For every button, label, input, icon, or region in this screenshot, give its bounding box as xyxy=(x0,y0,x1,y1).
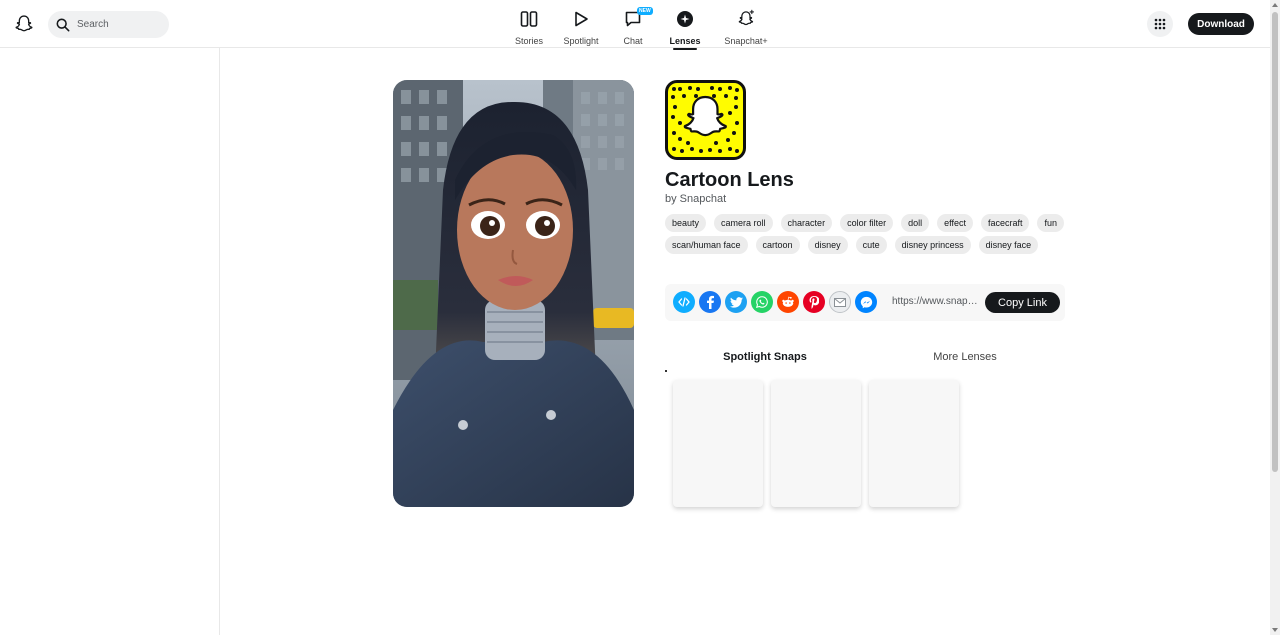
scrollbar-thumb[interactable] xyxy=(1272,12,1278,472)
nav-spotlight[interactable]: Spotlight xyxy=(555,6,607,46)
nav-snapchat-plus-label: Snapchat+ xyxy=(724,36,768,46)
tab-indicator xyxy=(665,370,667,372)
play-icon xyxy=(572,8,590,30)
page-scrollbar[interactable] xyxy=(1270,0,1280,635)
nav-lenses-label: Lenses xyxy=(669,36,701,46)
top-header: Stories Spotlight NEW Chat xyxy=(0,0,1270,50)
tag-chip[interactable]: disney xyxy=(807,236,848,254)
embed-icon[interactable] xyxy=(673,291,695,313)
lens-creator[interactable]: by Snapchat xyxy=(665,193,726,205)
tag-chip[interactable]: scan/human face xyxy=(665,236,748,254)
snap-card-placeholder[interactable] xyxy=(869,380,959,507)
snap-card-placeholder[interactable] xyxy=(673,380,763,507)
tag-chip[interactable]: facecraft xyxy=(980,214,1030,232)
lens-preview-image[interactable] xyxy=(393,80,634,507)
tag-chip[interactable]: color filter xyxy=(840,214,894,232)
tab-more-lenses[interactable]: More Lenses xyxy=(865,344,1065,370)
main-nav: Stories Spotlight NEW Chat Lenses Snapch… xyxy=(503,6,781,50)
lens-title: Cartoon Lens xyxy=(665,169,794,191)
copy-link-button[interactable]: Copy Link xyxy=(985,292,1060,313)
nav-spotlight-label: Spotlight xyxy=(563,36,599,46)
tag-chip[interactable]: fun xyxy=(1037,214,1064,232)
search-bar[interactable] xyxy=(48,11,169,38)
whatsapp-icon[interactable] xyxy=(751,291,773,313)
nav-lenses[interactable]: Lenses xyxy=(659,6,711,50)
nav-chat[interactable]: NEW Chat xyxy=(607,6,659,46)
share-bar: https://www.snapchat.com/lens/... Copy L… xyxy=(665,284,1065,321)
tag-chip[interactable]: effect xyxy=(937,214,973,232)
ghost-plus-icon xyxy=(736,8,756,30)
search-input[interactable] xyxy=(77,19,157,30)
tab-spotlight-snaps[interactable]: Spotlight Snaps xyxy=(665,344,865,370)
snap-card-placeholder[interactable] xyxy=(771,380,861,507)
email-icon[interactable] xyxy=(829,291,851,313)
scroll-down-icon[interactable] xyxy=(1272,628,1278,632)
nav-stories-label: Stories xyxy=(514,36,543,46)
tag-chip[interactable]: camera roll xyxy=(714,214,773,232)
tag-chip[interactable]: cute xyxy=(855,236,887,254)
new-badge: NEW xyxy=(637,7,653,15)
tag-chip[interactable]: disney princess xyxy=(894,236,971,254)
nav-stories[interactable]: Stories xyxy=(503,6,555,46)
messenger-icon[interactable] xyxy=(855,291,877,313)
nav-chat-label: Chat xyxy=(623,36,643,46)
tag-chip[interactable]: disney face xyxy=(978,236,1039,254)
share-url-field[interactable]: https://www.snapchat.com/lens/... xyxy=(892,296,982,307)
content-tabs: Spotlight Snaps More Lenses xyxy=(665,344,1065,370)
tag-chip[interactable]: character xyxy=(780,214,833,232)
pinterest-icon[interactable] xyxy=(803,291,825,313)
apps-menu-button[interactable] xyxy=(1147,11,1173,37)
lens-icon xyxy=(676,8,694,30)
stories-icon xyxy=(520,8,538,30)
reddit-icon[interactable] xyxy=(777,291,799,313)
twitter-icon[interactable] xyxy=(725,291,747,313)
lens-tags: beauty camera roll character color filte… xyxy=(665,214,1085,254)
download-button[interactable]: Download xyxy=(1188,13,1254,35)
tag-chip[interactable]: beauty xyxy=(665,214,707,232)
snapchat-logo-icon[interactable] xyxy=(13,12,35,36)
search-icon xyxy=(56,18,70,31)
tag-chip[interactable]: doll xyxy=(901,214,930,232)
nav-snapchat-plus[interactable]: Snapchat+ xyxy=(711,6,781,46)
grid-icon xyxy=(1154,18,1166,30)
left-sidebar xyxy=(0,48,220,635)
snapcode-qr[interactable] xyxy=(665,80,746,160)
facebook-icon[interactable] xyxy=(699,291,721,313)
spotlight-snaps-grid xyxy=(673,380,959,507)
scroll-up-icon[interactable] xyxy=(1272,3,1278,7)
tag-chip[interactable]: cartoon xyxy=(755,236,800,254)
